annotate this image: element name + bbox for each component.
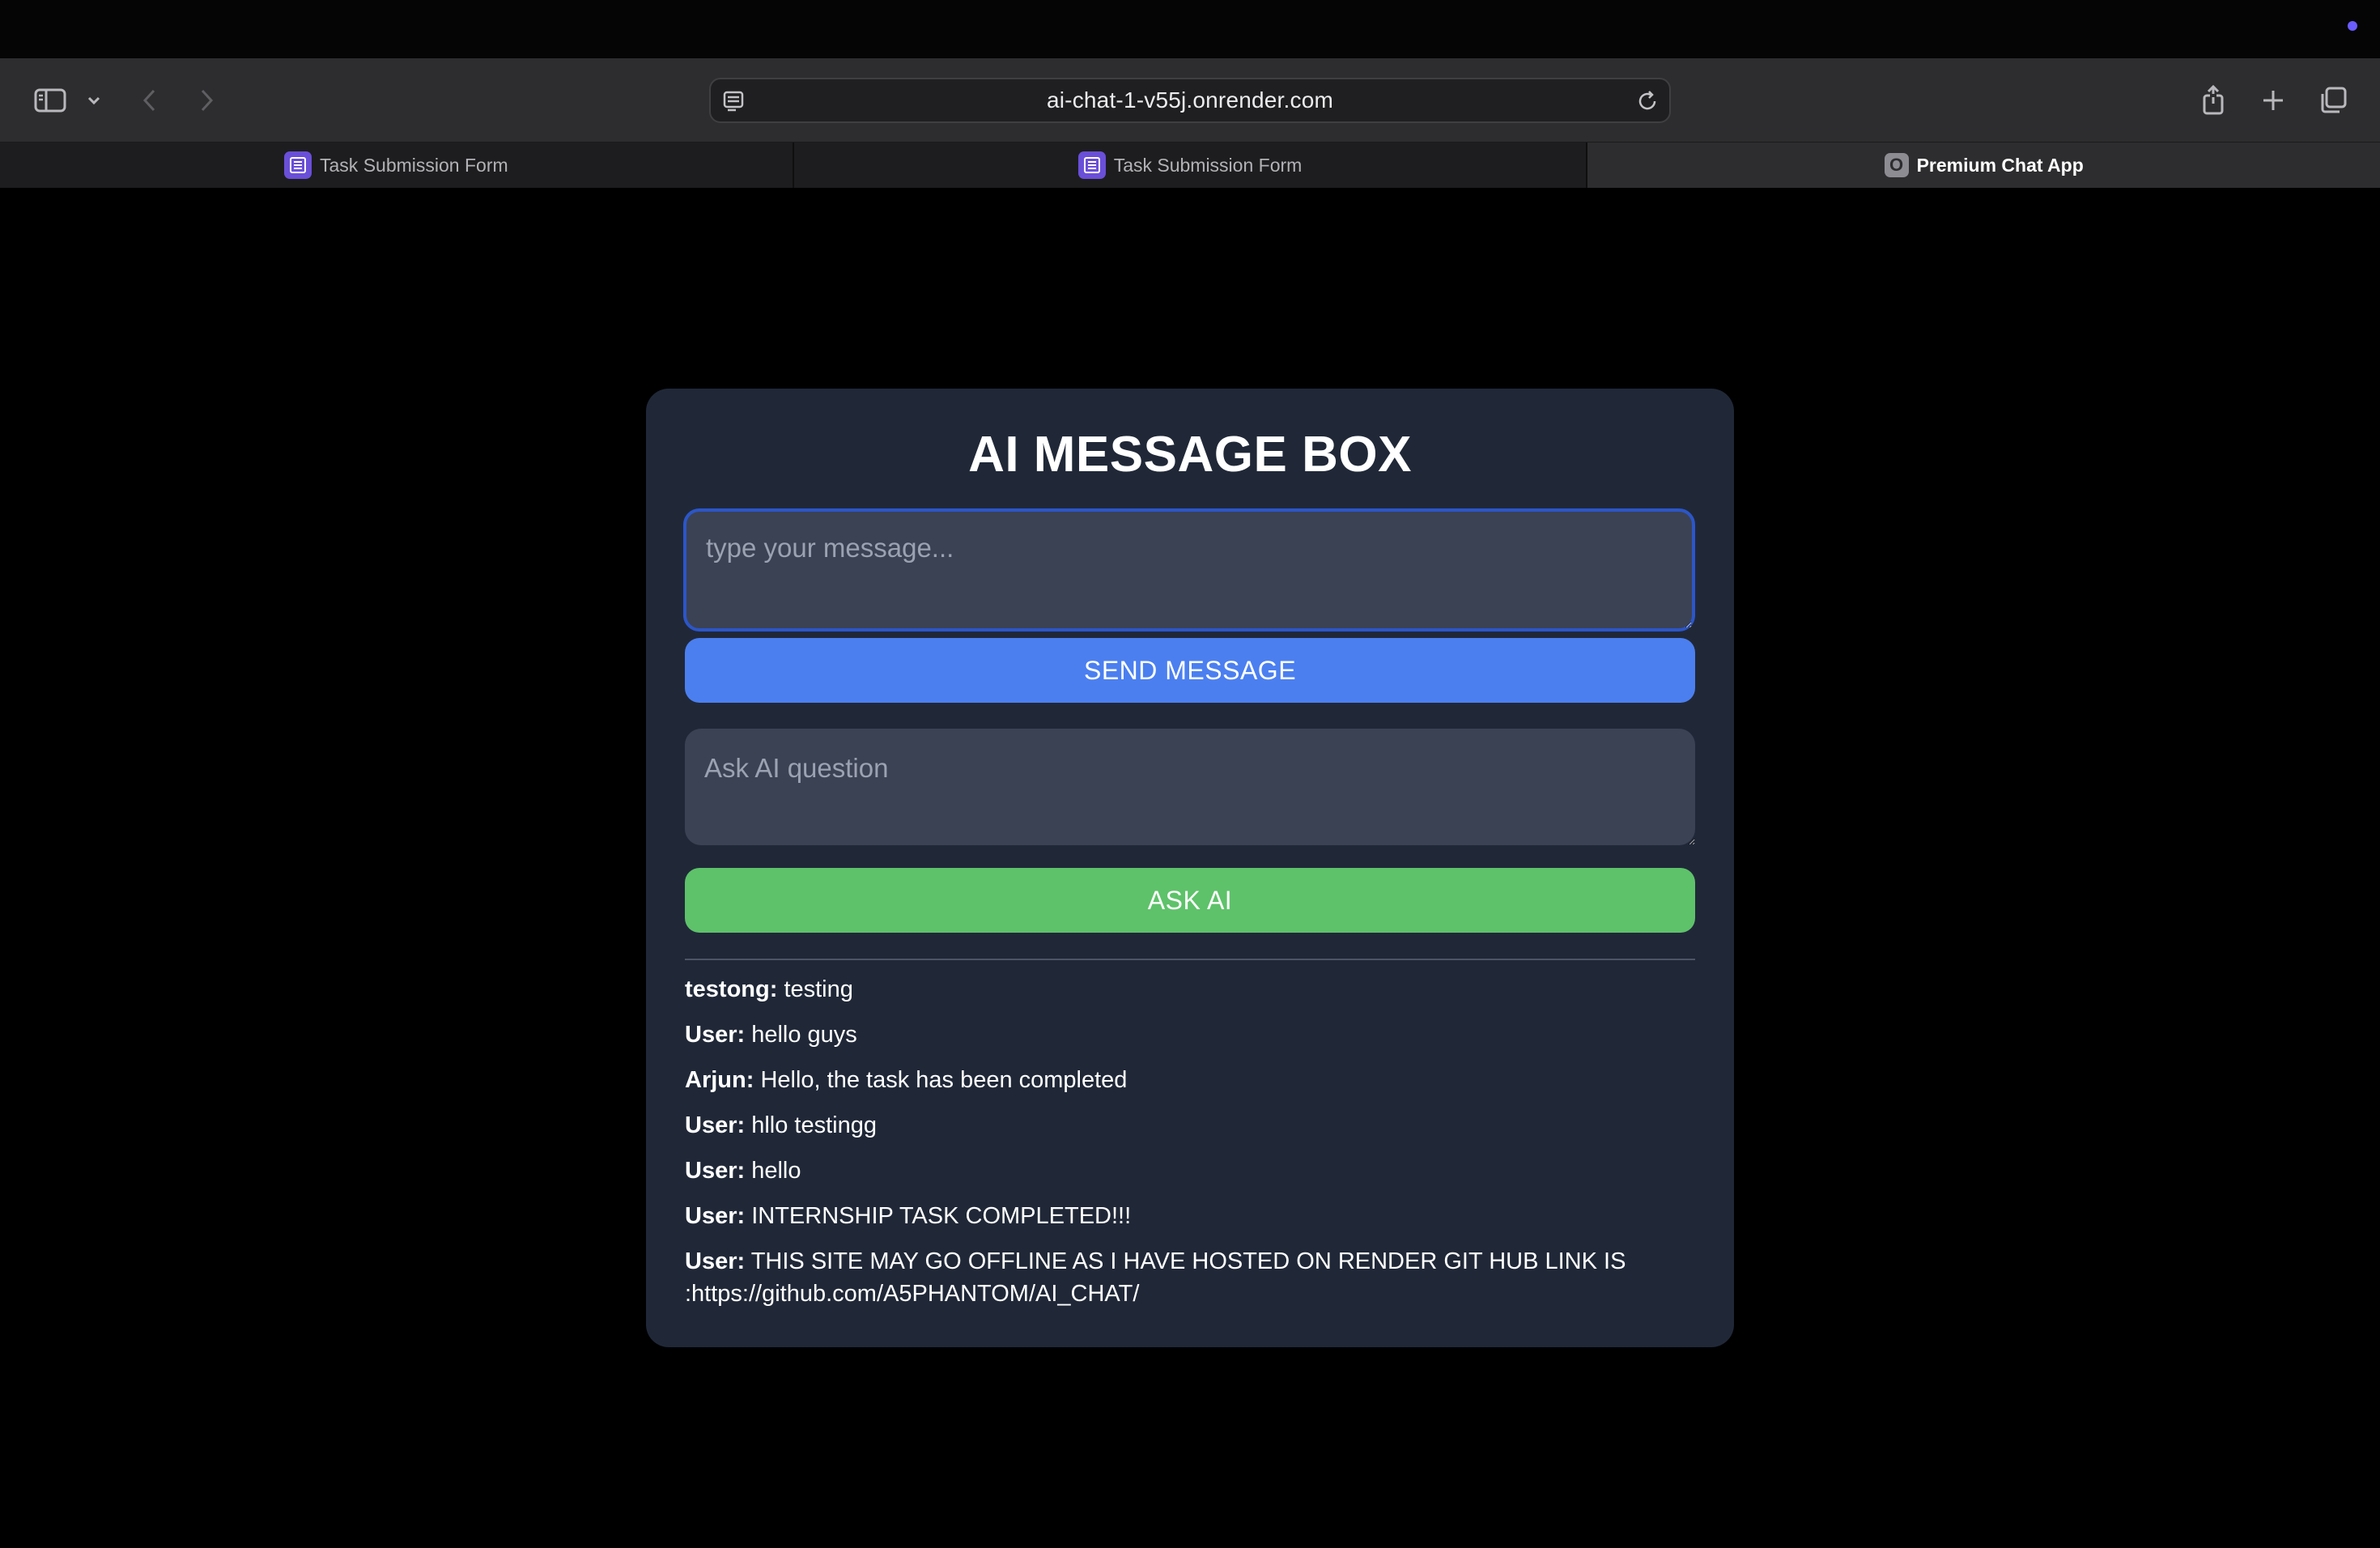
message-text: testing (784, 976, 853, 1002)
address-bar[interactable]: ai-chat-1-v55j.onrender.com (709, 78, 1671, 123)
message-item: testong: testing (685, 973, 1695, 1006)
status-dot-icon (2348, 21, 2357, 31)
site-letter-icon: O (1884, 153, 1909, 177)
sidebar-toggle-icon[interactable] (32, 83, 68, 118)
tab-task-submission-form-1[interactable]: Task Submission Form (0, 142, 794, 188)
chevron-down-icon[interactable] (84, 83, 104, 118)
chat-card: AI MESSAGE BOX SEND MESSAGE ASK AI testo… (646, 389, 1734, 1347)
page-title: AI MESSAGE BOX (968, 427, 1412, 483)
tab-label: Task Submission Form (1113, 154, 1303, 176)
message-item: User: hllo testingg (685, 1109, 1695, 1142)
message-text: hello guys (751, 1022, 857, 1048)
message-sender: User: (685, 1022, 746, 1048)
tab-bar: Task Submission Form Task Submission For… (0, 142, 2380, 188)
message-sender: User: (685, 1158, 746, 1184)
share-icon[interactable] (2197, 83, 2229, 118)
message-sender: Arjun: (685, 1067, 754, 1093)
message-input[interactable] (683, 508, 1695, 632)
message-list: testong: testing User: hello guys Arjun:… (685, 973, 1695, 1323)
tab-overview-icon[interactable] (2317, 83, 2349, 118)
tab-label: Task Submission Form (320, 154, 508, 176)
message-text: THIS SITE MAY GO OFFLINE AS I HAVE HOSTE… (685, 1248, 1626, 1307)
message-item: User: hello (685, 1155, 1695, 1187)
tab-premium-chat-app[interactable]: O Premium Chat App (1587, 142, 2380, 188)
message-item: User: INTERNSHIP TASK COMPLETED!!! (685, 1200, 1695, 1232)
message-item: User: THIS SITE MAY GO OFFLINE AS I HAVE… (685, 1245, 1695, 1310)
message-text: hllo testingg (751, 1112, 877, 1138)
back-arrow-icon[interactable] (138, 83, 162, 118)
new-tab-plus-icon[interactable] (2257, 83, 2289, 118)
message-sender: User: (685, 1248, 746, 1274)
browser-toolbar: ai-chat-1-v55j.onrender.com (0, 58, 2380, 142)
url-text[interactable]: ai-chat-1-v55j.onrender.com (711, 79, 1669, 121)
tab-label: Premium Chat App (1916, 154, 2084, 176)
message-text: INTERNSHIP TASK COMPLETED!!! (751, 1203, 1132, 1229)
message-sender: testong: (685, 976, 778, 1002)
ask-ai-input[interactable] (685, 729, 1695, 845)
divider (685, 959, 1695, 960)
message-item: Arjun: Hello, the task has been complete… (685, 1064, 1695, 1096)
message-text: Hello, the task has been completed (760, 1067, 1128, 1093)
ask-ai-button[interactable]: ASK AI (685, 868, 1695, 933)
form-list-icon (1077, 151, 1106, 179)
forward-arrow-icon[interactable] (194, 83, 219, 118)
message-sender: User: (685, 1112, 746, 1138)
message-text: hello (751, 1158, 801, 1184)
system-menu-bar (0, 0, 2380, 58)
message-sender: User: (685, 1203, 746, 1229)
tab-task-submission-form-2[interactable]: Task Submission Form (794, 142, 1588, 188)
reload-icon[interactable] (1635, 89, 1660, 117)
message-item: User: hello guys (685, 1019, 1695, 1051)
send-message-button[interactable]: SEND MESSAGE (685, 638, 1695, 703)
form-list-icon (284, 151, 312, 179)
